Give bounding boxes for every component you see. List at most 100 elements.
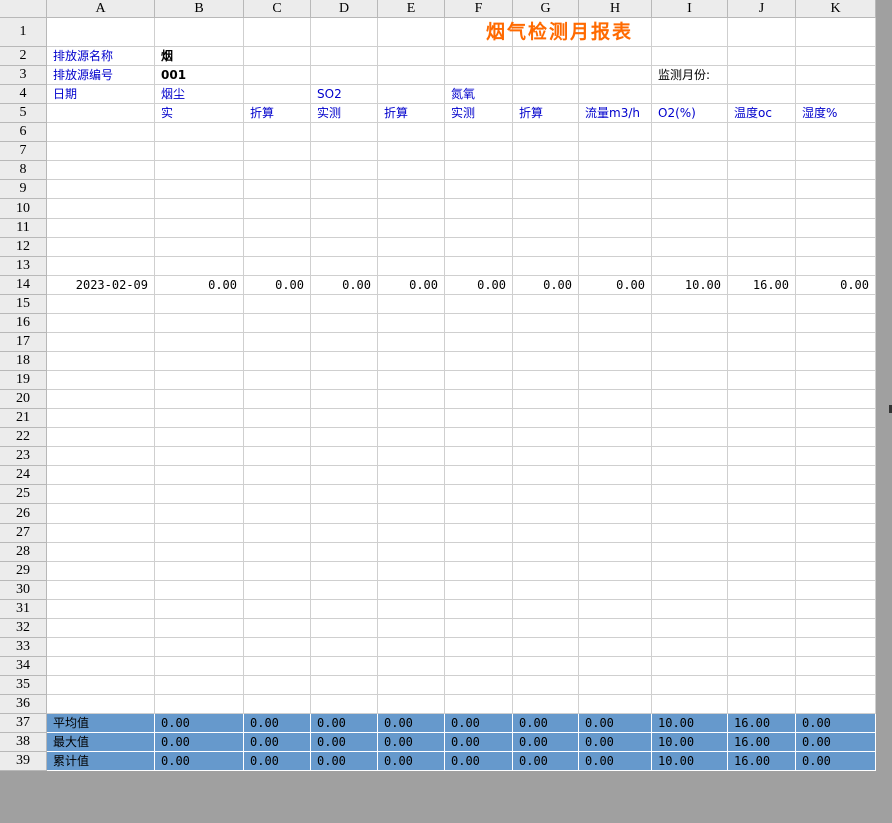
cell-b10[interactable] [155,199,244,219]
cell-d39[interactable]: 0.00 [311,752,378,771]
cell-h6[interactable] [579,123,652,142]
cell-e32[interactable] [378,619,445,638]
cell-c37[interactable]: 0.00 [244,714,311,733]
cell-k36[interactable] [796,695,876,714]
cell-e23[interactable] [378,447,445,466]
cell-d13[interactable] [311,257,378,276]
cell-h18[interactable] [579,352,652,371]
row-header-36[interactable]: 36 [0,695,47,714]
cell-i37[interactable]: 10.00 [652,714,728,733]
cell-i3[interactable]: 监测月份: [652,66,728,85]
cell-h8[interactable] [579,161,652,180]
cell-a9[interactable] [47,180,155,199]
cell-d19[interactable] [311,371,378,390]
cell-j3[interactable] [728,66,796,85]
cell-d15[interactable] [311,295,378,314]
cell-i13[interactable] [652,257,728,276]
cell-c25[interactable] [244,485,311,504]
cell-j24[interactable] [728,466,796,485]
cell-j15[interactable] [728,295,796,314]
cell-a5[interactable] [47,104,155,123]
cell-d3[interactable] [311,66,378,85]
cell-e6[interactable] [378,123,445,142]
cell-j28[interactable] [728,543,796,562]
cell-h7[interactable] [579,142,652,161]
cell-c39[interactable]: 0.00 [244,752,311,771]
cell-b16[interactable] [155,314,244,333]
cell-f25[interactable] [445,485,513,504]
cell-a33[interactable] [47,638,155,657]
cell-e19[interactable] [378,371,445,390]
cell-k22[interactable] [796,428,876,447]
cell-e35[interactable] [378,676,445,695]
cell-e27[interactable] [378,524,445,543]
cell-a28[interactable] [47,543,155,562]
cell-k26[interactable] [796,504,876,524]
cell-c16[interactable] [244,314,311,333]
cell-b22[interactable] [155,428,244,447]
cell-d16[interactable] [311,314,378,333]
column-header-g[interactable]: G [513,0,579,18]
cell-f2[interactable] [445,47,513,66]
row-header-33[interactable]: 33 [0,638,47,657]
cell-f31[interactable] [445,600,513,619]
cell-a10[interactable] [47,199,155,219]
cell-f37[interactable]: 0.00 [445,714,513,733]
cell-a14[interactable]: 2023-02-09 [47,276,155,295]
cell-k16[interactable] [796,314,876,333]
cell-a34[interactable] [47,657,155,676]
cell-d11[interactable] [311,219,378,238]
cell-f34[interactable] [445,657,513,676]
cell-c14[interactable]: 0.00 [244,276,311,295]
cell-b7[interactable] [155,142,244,161]
cell-c24[interactable] [244,466,311,485]
cell-k2[interactable] [796,47,876,66]
cell-g39[interactable]: 0.00 [513,752,579,771]
cell-c18[interactable] [244,352,311,371]
cell-k37[interactable]: 0.00 [796,714,876,733]
cell-b32[interactable] [155,619,244,638]
cell-k15[interactable] [796,295,876,314]
cell-k25[interactable] [796,485,876,504]
cell-i12[interactable] [652,238,728,257]
cell-e25[interactable] [378,485,445,504]
cell-g24[interactable] [513,466,579,485]
cell-a31[interactable] [47,600,155,619]
cell-j39[interactable]: 16.00 [728,752,796,771]
cell-i17[interactable] [652,333,728,352]
cell-k3[interactable] [796,66,876,85]
cell-b33[interactable] [155,638,244,657]
cell-c2[interactable] [244,47,311,66]
row-header-34[interactable]: 34 [0,657,47,676]
cell-c5[interactable]: 折算 [244,104,311,123]
cell-b30[interactable] [155,581,244,600]
cell-b8[interactable] [155,161,244,180]
cell-a27[interactable] [47,524,155,543]
cell-d29[interactable] [311,562,378,581]
cell-e33[interactable] [378,638,445,657]
row-header-22[interactable]: 22 [0,428,47,447]
cell-b27[interactable] [155,524,244,543]
cell-h9[interactable] [579,180,652,199]
cell-b39[interactable]: 0.00 [155,752,244,771]
cell-k24[interactable] [796,466,876,485]
cell-j23[interactable] [728,447,796,466]
cell-j6[interactable] [728,123,796,142]
row-header-5[interactable]: 5 [0,104,47,123]
cell-b9[interactable] [155,180,244,199]
cell-c30[interactable] [244,581,311,600]
cell-e34[interactable] [378,657,445,676]
cell-a15[interactable] [47,295,155,314]
cell-c32[interactable] [244,619,311,638]
cell-e14[interactable]: 0.00 [378,276,445,295]
cell-h36[interactable] [579,695,652,714]
cell-a30[interactable] [47,581,155,600]
cell-i9[interactable] [652,180,728,199]
cell-c15[interactable] [244,295,311,314]
cell-k7[interactable] [796,142,876,161]
cell-d23[interactable] [311,447,378,466]
cell-k10[interactable] [796,199,876,219]
cell-i26[interactable] [652,504,728,524]
row-header-24[interactable]: 24 [0,466,47,485]
cell-e12[interactable] [378,238,445,257]
